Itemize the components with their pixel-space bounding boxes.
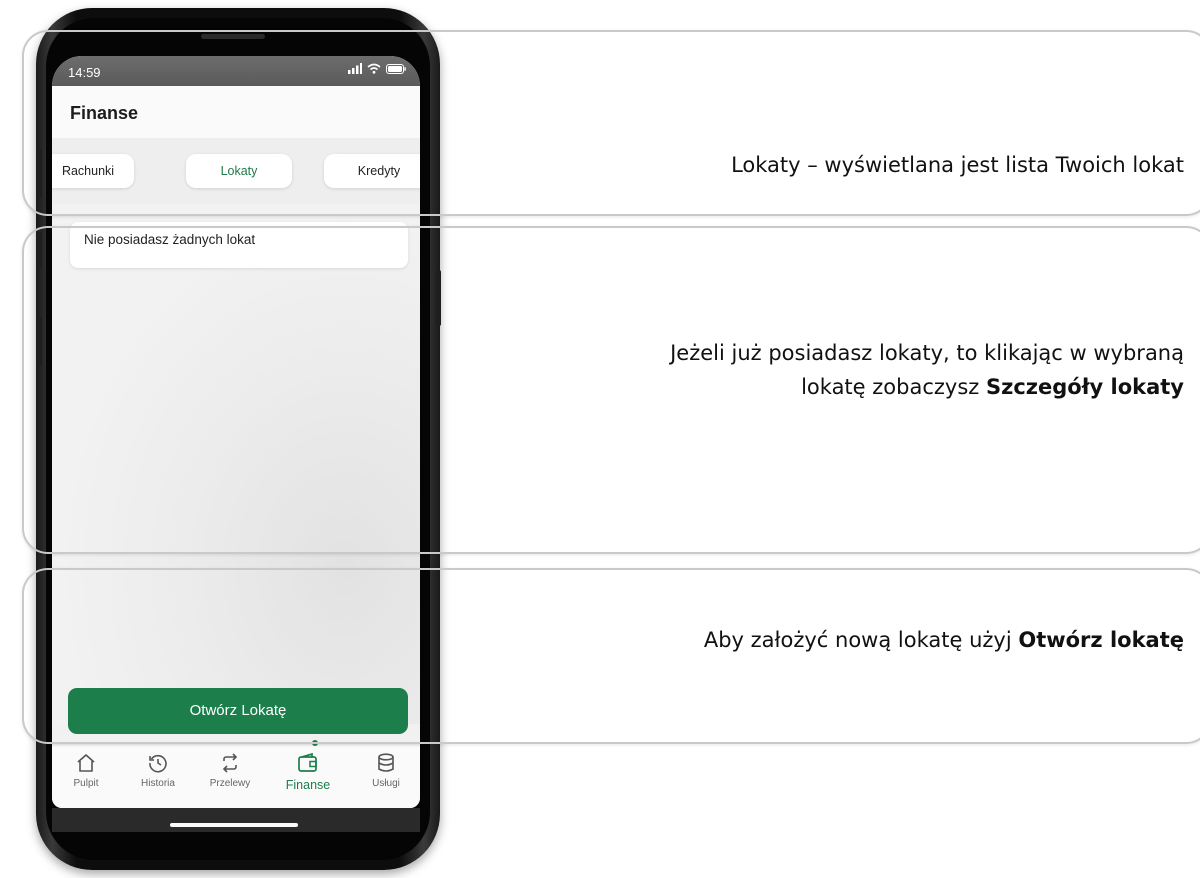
callout-two-line2: lokatę zobaczysz Szczegóły lokaty — [670, 370, 1184, 404]
nav-label: Przelewy — [209, 778, 251, 789]
history-icon — [149, 754, 167, 773]
nav-label: Finanse — [285, 778, 331, 792]
nav-label: Historia — [141, 778, 175, 789]
callout-frame-tabs — [22, 30, 1200, 216]
callout-one-text: Lokaty – wyświetlana jest lista Twoich l… — [731, 153, 1184, 177]
callout-text-button: Aby założyć nową lokatę użyj Otwórz loka… — [704, 623, 1184, 657]
callout-three-bold: Otwórz lokatę — [1018, 628, 1184, 652]
nav-item-pulpit[interactable]: Pulpit — [56, 752, 116, 789]
nav-label: Pulpit — [73, 778, 99, 789]
database-icon — [378, 753, 394, 772]
home-icon — [77, 754, 95, 772]
callout-two-line2-pre: lokatę zobaczysz — [801, 375, 986, 399]
callout-text-list: Jeżeli już posiadasz lokaty, to klikając… — [670, 336, 1184, 404]
bottom-nav: Pulpit Historia Przelewy Finanse Usługi — [52, 746, 420, 808]
callout-three-pre: Aby założyć nową lokatę użyj — [703, 628, 1019, 652]
wallet-icon — [298, 752, 317, 772]
nav-item-przelewy[interactable]: Przelewy — [200, 752, 260, 789]
callout-two-line2-bold: Szczegóły lokaty — [985, 375, 1184, 399]
callout-two-line1: Jeżeli już posiadasz lokaty, to klikając… — [670, 341, 1184, 365]
home-indicator[interactable] — [170, 823, 298, 827]
callout-text-tabs: Lokaty – wyświetlana jest lista Twoich l… — [731, 148, 1184, 182]
home-bar-area — [52, 808, 420, 832]
transfer-icon — [222, 753, 238, 773]
nav-item-finanse[interactable]: Finanse — [278, 752, 338, 792]
nav-item-uslugi[interactable]: Usługi — [356, 752, 416, 789]
nav-label: Usługi — [372, 778, 400, 789]
nav-item-historia[interactable]: Historia — [128, 752, 188, 789]
